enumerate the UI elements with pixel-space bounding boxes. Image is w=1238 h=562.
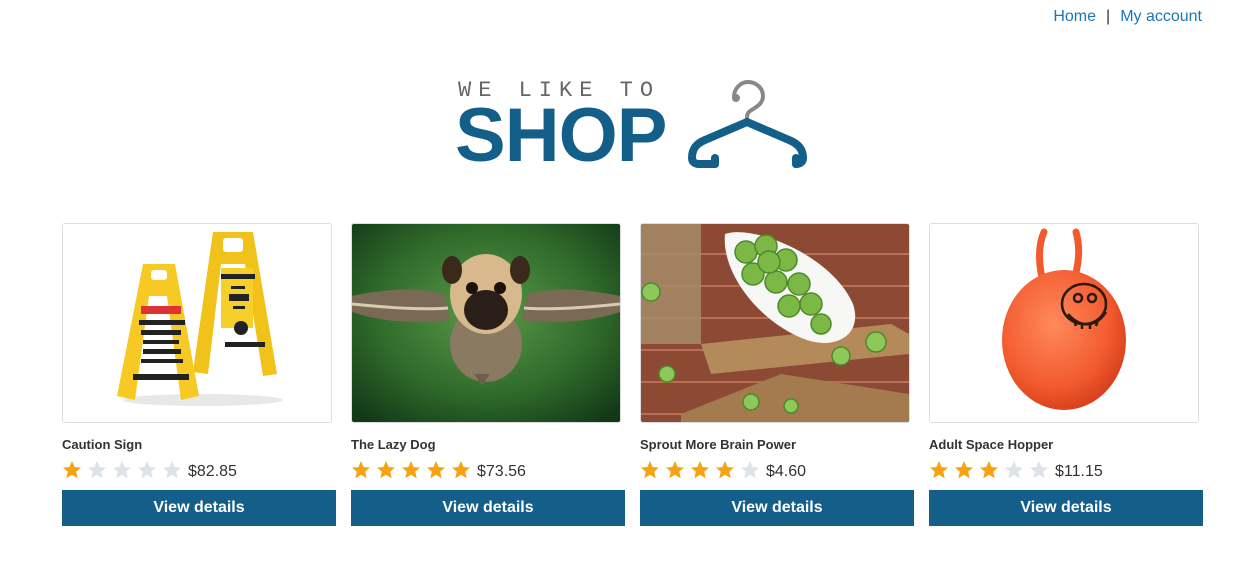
star-filled-icon xyxy=(63,461,81,479)
star-empty-icon xyxy=(88,461,106,479)
product-rating-row: $73.56 xyxy=(351,457,625,483)
star-empty-icon xyxy=(1005,461,1023,479)
product-card: Caution Sign $82.85 View details xyxy=(62,223,336,526)
star-filled-icon xyxy=(691,461,709,479)
star-empty-icon xyxy=(163,461,181,479)
product-name[interactable]: Adult Space Hopper xyxy=(929,437,1203,453)
product-price: $4.60 xyxy=(766,463,807,480)
product-name[interactable]: Sprout More Brain Power xyxy=(640,437,914,453)
view-details-button[interactable]: View details xyxy=(62,490,336,526)
star-filled-icon xyxy=(641,461,659,479)
product-price: $73.56 xyxy=(477,463,526,480)
star-filled-icon xyxy=(955,461,973,479)
product-rating-row: $82.85 xyxy=(62,457,336,483)
product-price: $11.15 xyxy=(1055,463,1103,480)
view-details-button[interactable]: View details xyxy=(351,490,625,526)
product-price: $82.85 xyxy=(188,463,237,480)
hanger-icon xyxy=(688,79,807,168)
product-grid: Caution Sign $82.85 View details The Laz… xyxy=(62,223,1203,526)
star-empty-icon xyxy=(741,461,759,479)
star-filled-icon xyxy=(716,461,734,479)
star-filled-icon xyxy=(930,461,948,479)
star-filled-icon xyxy=(980,461,998,479)
product-card: Adult Space Hopper $11.15 View details xyxy=(929,223,1203,526)
star-filled-icon xyxy=(427,461,445,479)
star-empty-icon xyxy=(113,461,131,479)
product-rating-row: $11.15 xyxy=(929,457,1203,483)
product-rating-row: $4.60 xyxy=(640,457,914,483)
product-name[interactable]: Caution Sign xyxy=(62,437,336,453)
product-image-space-hopper[interactable] xyxy=(929,223,1199,423)
star-rating xyxy=(640,460,765,480)
product-name[interactable]: The Lazy Dog xyxy=(351,437,625,453)
nav-separator: | xyxy=(1106,8,1111,25)
logo-wordmark: SHOP xyxy=(455,93,667,178)
star-filled-icon xyxy=(377,461,395,479)
shop-logo[interactable]: WE LIKE TO SHOP xyxy=(455,76,815,176)
product-card: The Lazy Dog $73.56 View details xyxy=(351,223,625,526)
star-rating xyxy=(62,460,187,480)
star-filled-icon xyxy=(402,461,420,479)
my-account-link[interactable]: My account xyxy=(1120,8,1202,26)
product-image-caution-sign[interactable] xyxy=(62,223,332,423)
star-empty-icon xyxy=(138,461,156,479)
star-empty-icon xyxy=(1030,461,1048,479)
product-card: Sprout More Brain Power $4.60 View detai… xyxy=(640,223,914,526)
star-filled-icon xyxy=(452,461,470,479)
view-details-button[interactable]: View details xyxy=(640,490,914,526)
star-filled-icon xyxy=(352,461,370,479)
top-navigation: Home | My account xyxy=(1053,8,1202,26)
star-rating xyxy=(929,460,1054,480)
star-filled-icon xyxy=(666,461,684,479)
star-rating xyxy=(351,460,476,480)
product-image-sprouts[interactable] xyxy=(640,223,910,423)
home-link[interactable]: Home xyxy=(1053,8,1096,26)
product-image-lazy-dog[interactable] xyxy=(351,223,621,423)
view-details-button[interactable]: View details xyxy=(929,490,1203,526)
